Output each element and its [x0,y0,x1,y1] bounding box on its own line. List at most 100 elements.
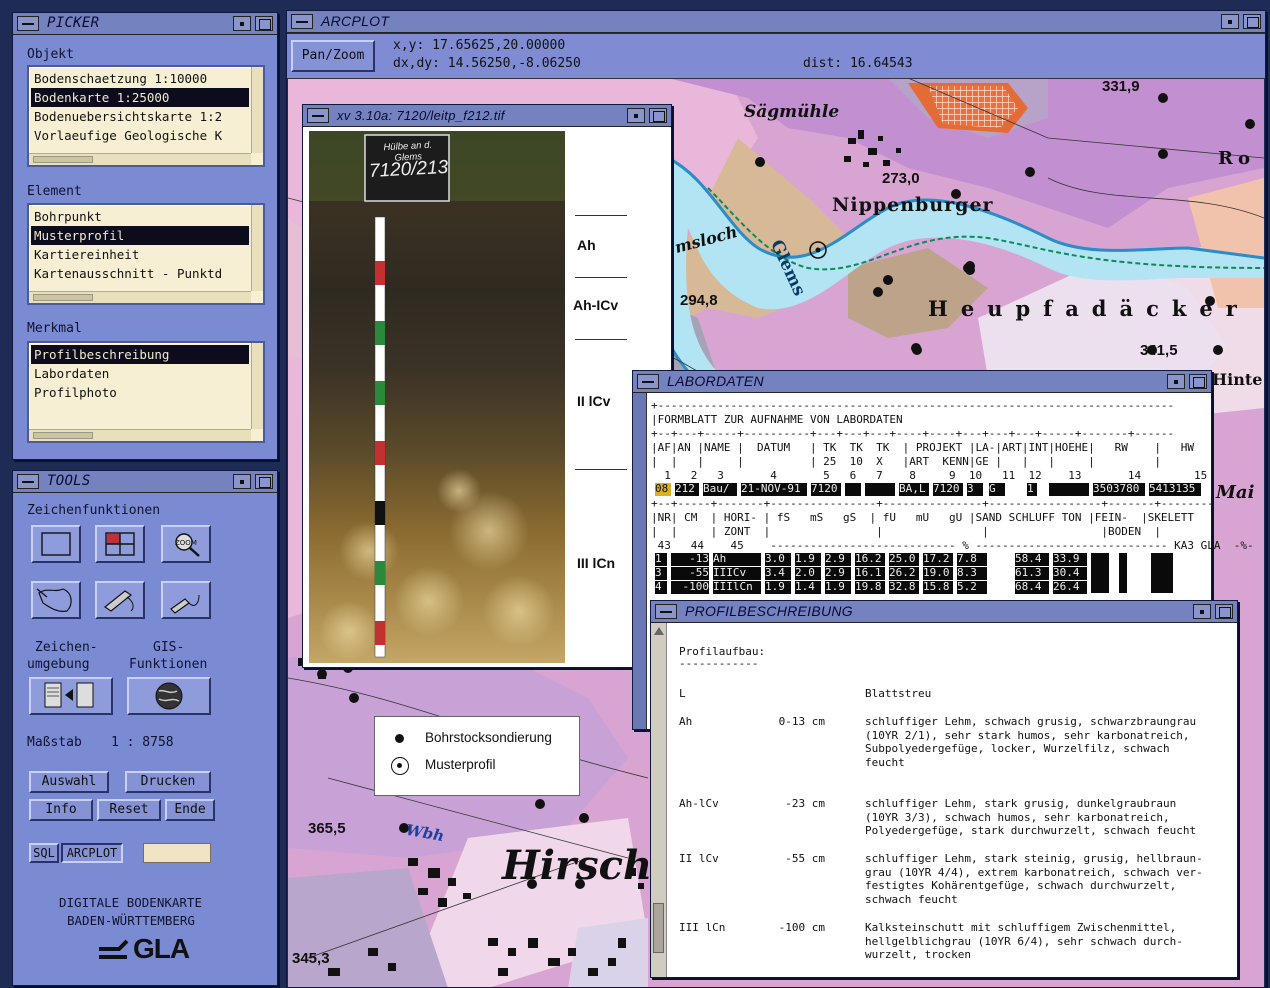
xv-titlebar[interactable]: xv 3.10a: 7120/leitp_f212.tif [303,105,671,127]
drucken-button[interactable]: Drucken [125,771,211,793]
info-button[interactable]: Info [29,799,93,821]
panzoom-button[interactable]: Pan/Zoom [291,40,375,72]
maximize-icon[interactable] [1243,14,1261,29]
lab-cell[interactable]: Bau/ [703,483,737,496]
lab-cell[interactable]: 21-NOV-91 [741,483,807,496]
rectangle-tool-button[interactable] [31,525,81,563]
arcplot-titlebar[interactable]: ARCPLOT [287,11,1265,33]
dist-readout: dist: 16.64543 [803,56,913,71]
objekt-item[interactable]: Vorlaeufige Geologische K [31,126,249,145]
minimize-icon[interactable] [1221,14,1239,29]
labordaten-scrollbar[interactable] [633,393,647,729]
grid-tool-button[interactable] [95,525,145,563]
lab-cell: 26.2 [889,567,919,580]
picker-title: PICKER [47,15,100,31]
profilbeschreibung-titlebar[interactable]: PROFILBESCHREIBUNG [651,601,1237,623]
lab-cell: 30.4 [1053,567,1087,580]
lab-cell[interactable]: 1 [1027,483,1037,496]
vertical-scrollbar[interactable] [251,343,263,429]
labordaten-colnums-2: 43 44 45 ---------------------------- % … [651,539,1254,552]
merkmal-item[interactable]: Labordaten [31,364,249,383]
labordaten-titlebar[interactable]: LABORDATEN [633,371,1211,393]
lab-cell[interactable]: 3 [967,483,983,496]
element-item[interactable]: Kartiereinheit [31,245,249,264]
lab-cell[interactable]: BA,L [899,483,929,496]
profil-text: Kalksteinschutt mit schluffigem Zwischen… [865,921,1183,961]
objekt-item[interactable]: Bodenkarte 1:25000 [31,88,249,107]
tools-titlebar[interactable]: TOOLS [13,471,277,493]
zeichenumgebung-label-1: Zeichen- [35,640,98,655]
minimize-icon[interactable] [627,108,645,123]
minimize-icon[interactable] [1167,374,1185,389]
table-row[interactable]: 4 -100 IIIlCn 1.9 1.4 1.9 19.8 32.8 15.8… [655,581,1175,594]
profilbeschreibung-title: PROFILBESCHREIBUNG [685,603,853,619]
objekt-item[interactable]: Bodenuebersichtskarte 1:2 [31,107,249,126]
labordaten-dashline: +--+-----+-------+----------------+-----… [651,497,1214,510]
maximize-icon[interactable] [1215,604,1233,619]
minimize-icon[interactable] [1193,604,1211,619]
digitale-bodenkarte-label: DIGITALE BODENKARTE [59,895,202,910]
horizontal-scrollbar[interactable] [29,429,251,441]
window-menu-icon[interactable] [307,108,329,123]
profil-scrollbar[interactable] [651,623,667,977]
scroll-up-arrow-icon[interactable] [654,627,664,635]
line-tool-button[interactable] [161,581,211,619]
element-item[interactable]: Musterprofil [31,226,249,245]
element-item[interactable]: Kartenausschnitt - Punktd [31,264,249,283]
maximize-icon[interactable] [649,108,667,123]
lab-cell[interactable] [865,483,895,496]
command-input[interactable] [143,843,211,863]
vertical-scrollbar[interactable] [251,67,263,153]
objekt-list[interactable]: Bodenschaetzung 1:10000 Bodenkarte 1:250… [27,65,265,167]
lab-cell[interactable]: 3503780 [1093,483,1145,496]
lab-cell[interactable]: 7120 [933,483,963,496]
arcplot-toggle[interactable]: ARCPLOT [61,843,123,863]
reset-button[interactable]: Reset [97,799,161,821]
merkmal-item[interactable]: Profilbeschreibung [31,345,249,364]
profil-text: schluffiger Lehm, stark steinig, grusig,… [865,852,1203,906]
lab-cell[interactable]: 7120 [811,483,841,496]
auswahl-button[interactable]: Auswahl [29,771,109,793]
pencil-tool-button[interactable] [95,581,145,619]
zoom-tool-button[interactable]: ZOOM [161,525,211,563]
lab-cell[interactable]: 08 [655,483,671,496]
merkmal-item[interactable]: Profilphoto [31,383,249,402]
sql-toggle[interactable]: SQL [29,843,59,863]
lab-cell: 61.3 [1015,567,1049,580]
lab-cell[interactable]: G [989,483,1005,496]
globe-icon [155,682,183,710]
table-row[interactable]: 1 -13 Ah 3.0 1.9 2.9 16.2 25.0 17.2 7.8 … [655,553,1175,593]
lab-cell[interactable]: 212 [675,483,699,496]
vertical-scrollbar[interactable] [251,205,263,291]
lab-cell[interactable] [845,483,861,496]
gis-funktionen-button[interactable] [127,677,211,715]
window-menu-icon[interactable] [17,474,39,489]
element-list[interactable]: Bohrpunkt Musterprofil Kartiereinheit Ka… [27,203,265,305]
zeichenumgebung-button[interactable] [29,677,113,715]
merkmal-list[interactable]: Profilbeschreibung Labordaten Profilphot… [27,341,265,443]
window-menu-icon[interactable] [17,16,39,31]
horizontal-scrollbar[interactable] [29,291,251,303]
minimize-icon[interactable] [233,16,251,31]
lab-cell: Ah [713,553,761,566]
table-row[interactable]: 3 -55 IIICv 3.4 2.0 2.9 16.1 26.2 19.0 8… [655,567,1175,580]
ende-button[interactable]: Ende [165,799,215,821]
window-menu-icon[interactable] [291,14,313,29]
lab-cell[interactable] [1049,483,1089,496]
window-menu-icon[interactable] [637,374,659,389]
minimize-icon[interactable] [233,474,251,489]
polygon-tool-button[interactable] [31,581,81,619]
maximize-icon[interactable] [255,474,273,489]
maximize-icon[interactable] [255,16,273,31]
lab-cell: 25.0 [889,553,919,566]
horizontal-scrollbar[interactable] [29,153,251,165]
maximize-icon[interactable] [1189,374,1207,389]
scroll-thumb[interactable] [653,903,664,953]
element-item[interactable]: Bohrpunkt [31,207,249,226]
lab-cell[interactable]: 5413135 [1149,483,1201,496]
window-menu-icon[interactable] [655,604,677,619]
objekt-item[interactable]: Bodenschaetzung 1:10000 [31,69,249,88]
objekt-label: Objekt [27,47,74,62]
lab-cell: IIIlCn [713,581,761,594]
picker-titlebar[interactable]: PICKER [13,13,277,35]
